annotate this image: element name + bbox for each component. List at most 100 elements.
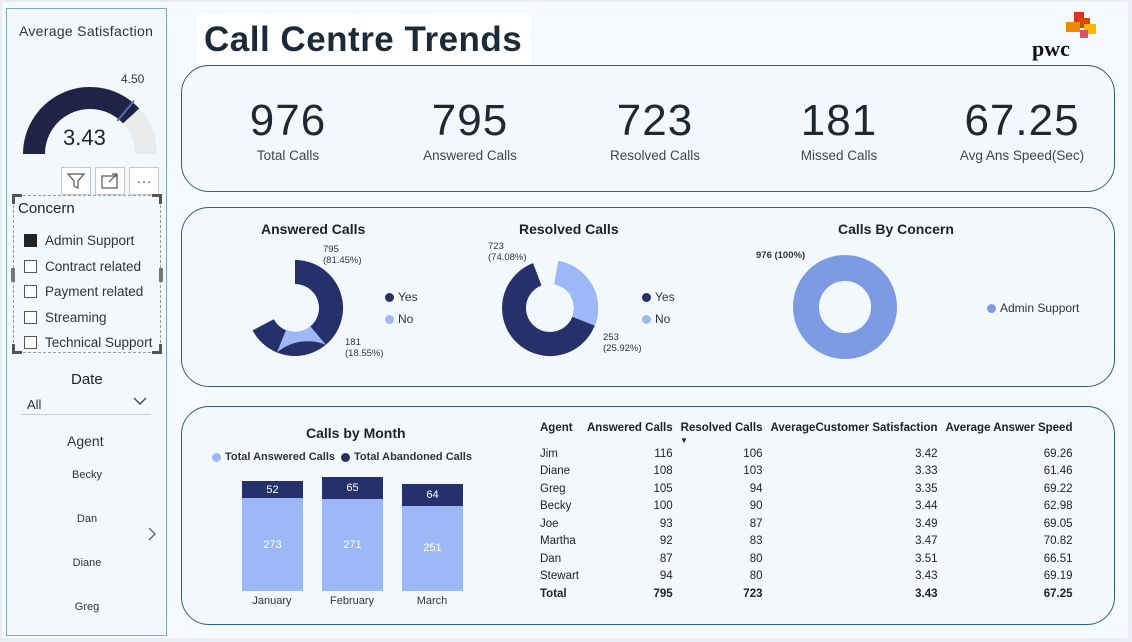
- column-header[interactable]: Agent: [536, 419, 583, 445]
- table-cell: 66.51: [1043, 552, 1073, 565]
- x-axis-label: February: [329, 595, 375, 607]
- agent-option[interactable]: Dan: [7, 513, 167, 525]
- table-cell: 62.98: [1043, 500, 1073, 513]
- kpi-value: 67.25: [964, 96, 1080, 145]
- donut-slice-no: [554, 260, 599, 326]
- column-header[interactable]: AverageCustomer Satisfaction: [766, 419, 941, 445]
- bar-stack-january[interactable]: 52 273: [242, 407, 303, 626]
- table-cell: 116: [654, 447, 673, 460]
- x-axis-label: March: [416, 595, 448, 607]
- table-cell: 87: [749, 517, 763, 530]
- table-cell: Stewart: [540, 570, 579, 583]
- table-cell: 80: [749, 570, 763, 583]
- table-cell: 83: [749, 535, 763, 548]
- table-cell: 795: [653, 587, 673, 600]
- checkbox[interactable]: [24, 259, 37, 273]
- resize-handle[interactable]: [11, 268, 15, 282]
- donut-slice-admin-support: [793, 255, 897, 359]
- donut-data-label: 181 (18.55%): [345, 337, 384, 359]
- agent-option[interactable]: Becky: [7, 469, 167, 481]
- satisfaction-title: Average Satisfaction: [19, 23, 154, 39]
- checkbox[interactable]: [24, 234, 37, 248]
- table-cell: 90: [749, 500, 763, 513]
- table-cell: 3.33: [915, 465, 938, 478]
- table-cell: 3.43: [915, 587, 938, 600]
- bar-answered[interactable]: 251: [402, 505, 463, 591]
- legend-no[interactable]: No: [642, 312, 670, 326]
- column-header[interactable]: Resolved Calls: [677, 419, 767, 445]
- resolved-donut[interactable]: [500, 258, 600, 358]
- concern-option-technical-support[interactable]: Technical Support: [24, 330, 152, 356]
- concern-option-label: Contract related: [45, 258, 142, 274]
- concern-option-payment-related[interactable]: Payment related: [24, 279, 152, 305]
- filter-icon[interactable]: [61, 167, 91, 195]
- legend-yes[interactable]: Yes: [642, 290, 675, 304]
- agent-option[interactable]: Diane: [7, 557, 167, 569]
- kpi-answered-calls: 795 Answered Calls: [380, 96, 560, 163]
- title-card: Call Centre Trends: [198, 14, 530, 64]
- pwc-logo: pwc: [1030, 10, 1100, 67]
- bar-abandoned[interactable]: 65: [322, 477, 383, 500]
- table-row[interactable]: Becky 100 90 3.44 62.98: [536, 498, 1076, 516]
- table-cell: 80: [749, 552, 763, 565]
- column-header[interactable]: Answered Calls: [583, 419, 677, 445]
- sort-descending-icon[interactable]: ▼: [680, 436, 688, 445]
- date-dropdown[interactable]: All: [21, 389, 151, 415]
- table-cell: 3.43: [915, 570, 938, 583]
- table-cell: Becky: [540, 500, 572, 513]
- table-cell: 3.49: [915, 517, 938, 530]
- table-total-row[interactable]: Total 795 723 3.43 67.25: [536, 585, 1076, 603]
- checkbox[interactable]: [24, 336, 37, 350]
- table-row[interactable]: Dan 87 80 3.51 66.51: [536, 550, 1076, 568]
- table-cell: Dan: [540, 552, 562, 565]
- concern-donut[interactable]: [792, 254, 898, 360]
- table-cell: 3.42: [915, 447, 938, 460]
- table-row[interactable]: Joe 93 87 3.49 69.05: [536, 515, 1076, 533]
- checkbox[interactable]: [24, 310, 37, 324]
- more-options-icon[interactable]: ···: [129, 167, 159, 195]
- resize-handle[interactable]: [159, 268, 163, 282]
- agent-option[interactable]: Greg: [7, 601, 167, 613]
- bar-abandoned[interactable]: 64: [402, 484, 463, 506]
- table-cell: 3.35: [915, 482, 938, 495]
- table-cell: 69.19: [1043, 570, 1073, 583]
- bar-abandoned[interactable]: 52: [242, 480, 303, 499]
- table-cell: 108: [653, 465, 673, 478]
- column-header[interactable]: Average Answer Speed: [942, 419, 1077, 445]
- bar-answered[interactable]: 273: [242, 498, 303, 591]
- concern-option-streaming[interactable]: Streaming: [24, 305, 152, 331]
- legend-no[interactable]: No: [385, 312, 413, 326]
- table-cell: 105: [653, 482, 673, 495]
- gauge-value: 3.43: [63, 125, 106, 150]
- donut-data-label: 795 (81.45%): [323, 244, 362, 266]
- page-title: Call Centre Trends: [204, 20, 523, 59]
- table-row[interactable]: Greg 105 94 3.35 69.22: [536, 480, 1076, 498]
- chevron-right-icon[interactable]: [147, 525, 157, 548]
- table-cell: 61.46: [1043, 465, 1073, 478]
- kpi-label: Answered Calls: [423, 148, 517, 163]
- concern-slicer-title: Concern: [18, 200, 75, 217]
- legend-label: No: [398, 312, 414, 326]
- legend-label: Yes: [655, 290, 675, 304]
- table-cell: Diane: [540, 465, 571, 478]
- chevron-down-icon[interactable]: [133, 393, 147, 409]
- legend-yes[interactable]: Yes: [385, 290, 418, 304]
- concern-option-contract-related[interactable]: Contract related: [24, 254, 152, 280]
- kpi-avg-answer-speed: 67.25 Avg Ans Speed(Sec): [932, 96, 1112, 163]
- concern-option-admin-support[interactable]: Admin Support: [24, 228, 152, 254]
- legend-admin-support[interactable]: Admin Support: [987, 301, 1079, 315]
- answered-donut[interactable]: [245, 258, 345, 358]
- checkbox[interactable]: [24, 285, 37, 299]
- table-row[interactable]: Martha 92 83 3.47 70.82: [536, 533, 1076, 551]
- focus-mode-icon[interactable]: [95, 167, 125, 195]
- bar-answered[interactable]: 271: [322, 499, 383, 591]
- kpi-label: Avg Ans Speed(Sec): [959, 148, 1085, 163]
- table-row[interactable]: Jim 116 106 3.42 69.26: [536, 445, 1076, 463]
- concern-slicer: Concern Admin Support Contract related P…: [11, 194, 163, 356]
- bar-stack-february[interactable]: 65 271: [322, 407, 383, 626]
- bar-stack-march[interactable]: 64 251: [402, 407, 463, 626]
- donut-charts-panel: Answered Calls 795 (81.45%) 181 (18.55%) Y…: [181, 207, 1115, 387]
- table-row[interactable]: Diane 108 103 3.33 61.46: [536, 463, 1076, 481]
- visual-header-tools: ···: [61, 167, 159, 195]
- table-row[interactable]: Stewart 94 80 3.43 69.19: [536, 568, 1076, 586]
